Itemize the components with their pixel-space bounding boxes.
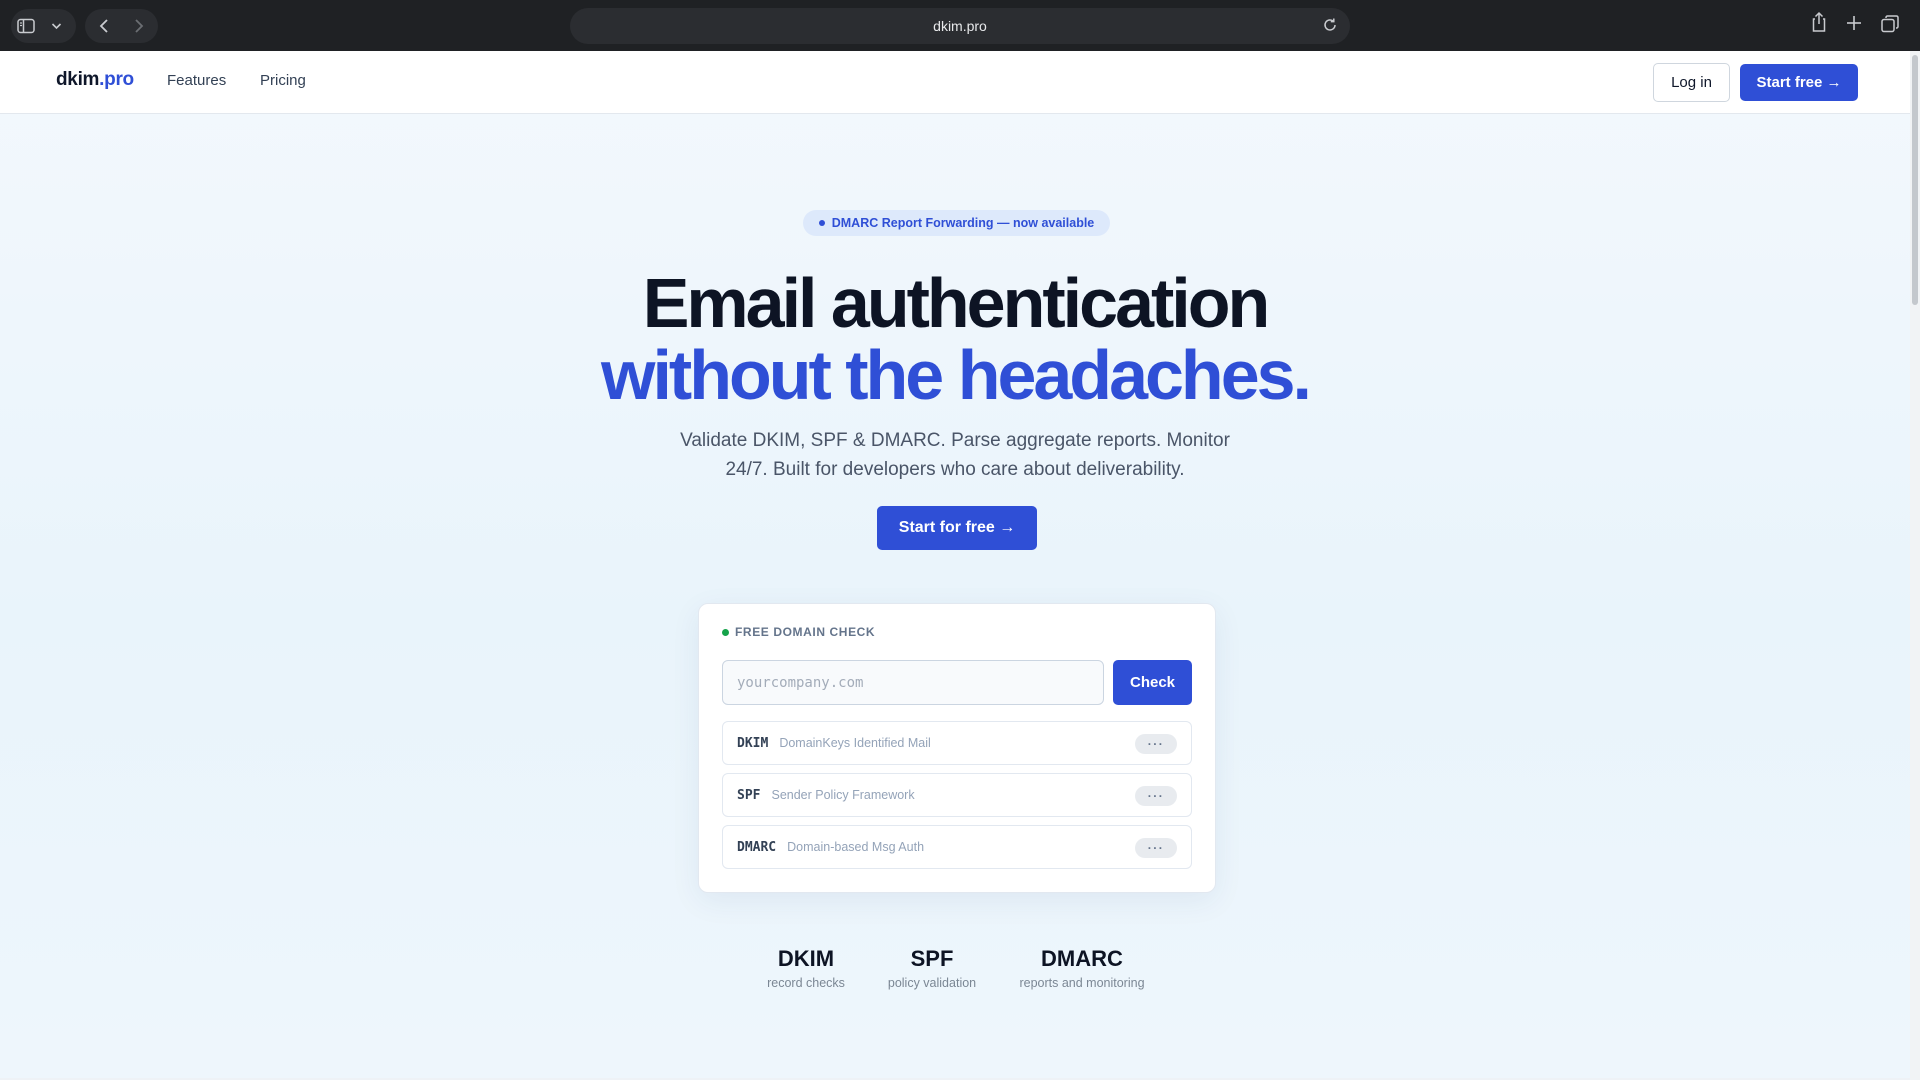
stat-spf: SPF policy validation [876,946,988,990]
login-button[interactable]: Log in [1653,63,1730,102]
stat-title: SPF [910,946,954,971]
nav-link-pricing[interactable]: Pricing [260,72,306,89]
stat-caption: policy validation [887,976,977,990]
domain-input[interactable] [722,660,1104,705]
check-status-pending: ··· [1135,838,1177,858]
badge-dot [818,220,825,226]
stat-caption: record checks [767,976,845,990]
address-bar[interactable]: dkim.pro [570,8,1350,44]
reload-icon[interactable] [1322,17,1338,38]
status-dot [722,628,729,636]
nav-link-features[interactable]: Features [167,72,226,89]
logo-text: dkim [56,69,100,90]
stat-title: DMARC [1041,946,1123,971]
check-description: DomainKeys Identified Mail [779,736,931,750]
stat-caption: reports and monitoring [1019,976,1145,990]
domain-check-card: FREE DOMAIN CHECK Check DKIM DomainKeys … [698,603,1216,893]
page-scrollbar[interactable] [1910,51,1920,1080]
history-nav-group [85,9,158,43]
headline-line-1: Email authentication [642,264,1271,342]
check-code: DMARC [737,839,777,855]
site-navbar: dkim.pro Features Pricing Log in Start f… [0,51,1910,114]
domain-check-label-text: FREE DOMAIN CHECK [735,625,876,639]
hero-subheadline: Validate DKIM, SPF & DMARC. Parse aggreg… [680,430,1230,480]
sidebar-toggle-group [11,9,76,43]
start-free-button[interactable]: Start free → [1740,64,1858,101]
scrollbar-thumb[interactable] [1912,55,1918,305]
badge-text: DMARC Report Forwarding — now available [831,216,1095,230]
start-for-free-button[interactable]: Start for free → [877,506,1037,550]
check-row-spf: SPF Sender Policy Framework ··· [722,773,1192,817]
tabs-overview-icon[interactable] [1881,15,1899,38]
check-code: SPF [737,787,761,803]
stat-dmarc: DMARC reports and monitoring [1006,946,1158,990]
chevron-down-icon[interactable] [41,11,71,41]
domain-check-label: FREE DOMAIN CHECK [722,625,875,639]
forward-arrow-icon[interactable] [124,11,154,41]
check-row-dmarc: DMARC Domain-based Msg Auth ··· [722,825,1192,869]
browser-toolbar: dkim.pro [0,0,1920,51]
share-icon[interactable] [1810,11,1828,38]
check-description: Sender Policy Framework [771,788,915,802]
stat-title: DKIM [777,946,835,971]
page-viewport: dkim.pro Features Pricing Log in Start f… [0,51,1910,1080]
url-text: dkim.pro [933,18,987,34]
announcement-badge[interactable]: DMARC Report Forwarding — now available [803,210,1110,236]
check-row-dkim: DKIM DomainKeys Identified Mail ··· [722,721,1192,765]
stat-dkim: DKIM record checks [756,946,856,990]
check-status-pending: ··· [1135,786,1177,806]
check-button[interactable]: Check [1113,660,1192,705]
new-tab-icon[interactable] [1846,15,1862,36]
headline-line-2: without the headaches. [601,336,1312,414]
site-logo[interactable]: dkim.pro [56,69,134,91]
back-arrow-icon[interactable] [89,11,119,41]
sidebar-icon[interactable] [11,11,41,41]
check-code: DKIM [737,735,769,751]
check-status-pending: ··· [1135,734,1177,754]
logo-accent: .pro [99,69,134,90]
check-description: Domain-based Msg Auth [787,840,925,854]
